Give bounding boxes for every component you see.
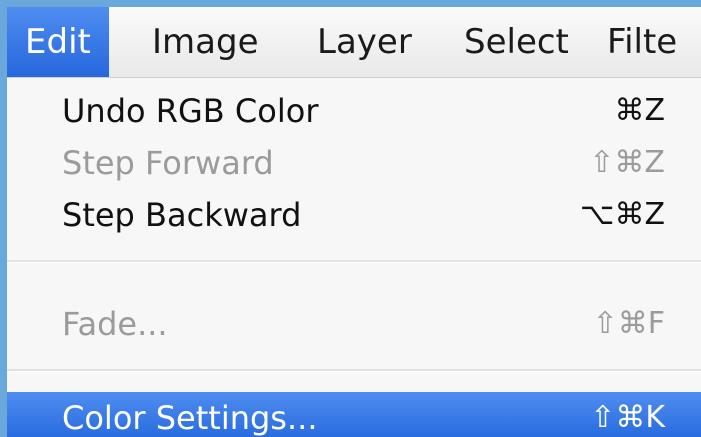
menu-bar: Edit Image Layer Select Filte	[7, 7, 701, 78]
menu-item-undo[interactable]: Undo RGB Color ⌘Z	[7, 85, 701, 137]
menu-item-fade[interactable]: Fade... ⇧⌘F	[7, 298, 701, 350]
menu-separator	[7, 369, 701, 372]
edit-menu-dropdown: Undo RGB Color ⌘Z Step Forward ⇧⌘Z Step …	[7, 78, 701, 437]
app-window: Edit Image Layer Select Filte Undo RGB C…	[0, 0, 701, 437]
menu-item-label: Undo RGB Color	[62, 92, 319, 130]
menubar-filter[interactable]: Filte	[607, 7, 677, 77]
menu-item-label: Color Settings...	[62, 399, 318, 437]
menu-item-shortcut: ⌥⌘Z	[579, 197, 665, 232]
menu-item-label: Step Forward	[62, 144, 274, 182]
menu-item-label: Fade...	[62, 305, 168, 343]
menu-item-color-settings[interactable]: Color Settings... ⇧⌘K	[7, 392, 701, 437]
menubar-edit[interactable]: Edit	[7, 7, 109, 77]
menu-item-shortcut: ⇧⌘K	[590, 400, 665, 435]
menu-item-shortcut: ⇧⌘F	[592, 306, 665, 341]
menu-separator	[7, 260, 701, 263]
menubar-image[interactable]: Image	[152, 7, 258, 77]
menu-item-shortcut: ⇧⌘Z	[589, 145, 665, 180]
menu-item-step-forward[interactable]: Step Forward ⇧⌘Z	[7, 137, 701, 189]
menu-item-shortcut: ⌘Z	[614, 93, 665, 128]
menu-item-label: Step Backward	[62, 196, 302, 234]
menu-item-step-backward[interactable]: Step Backward ⌥⌘Z	[7, 189, 701, 241]
menubar-layer[interactable]: Layer	[317, 7, 412, 77]
menubar-select[interactable]: Select	[464, 7, 569, 77]
